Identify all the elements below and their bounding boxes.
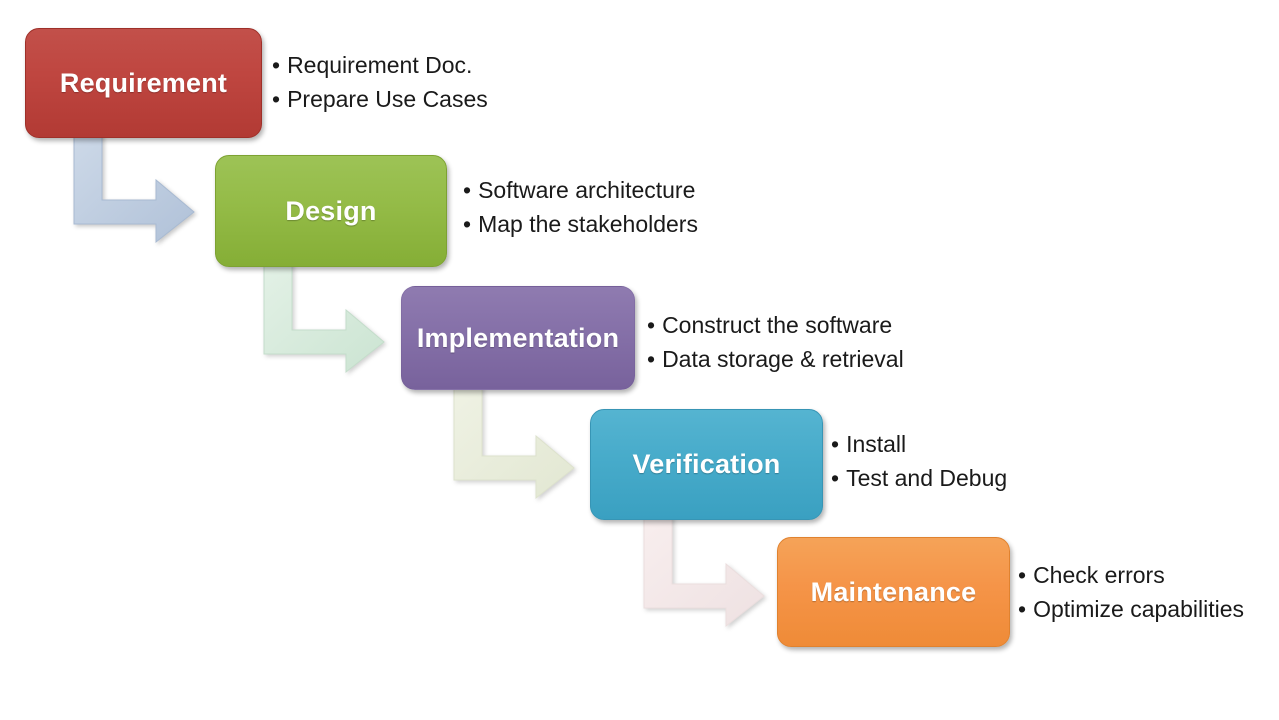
stage-box-design[interactable]: Design	[215, 155, 447, 267]
stage-box-verification[interactable]: Verification	[590, 409, 823, 520]
list-item: • Software architecture	[463, 173, 698, 207]
bullet-list-verification: • Install • Test and Debug	[831, 427, 1007, 495]
list-item: • Requirement Doc.	[272, 48, 488, 82]
bullet-dot-icon: •	[463, 177, 472, 203]
arrow-implementation-to-verification	[453, 385, 575, 500]
bullet-dot-icon: •	[1018, 596, 1027, 622]
bullet-dot-icon: •	[831, 465, 840, 491]
arrow-design-to-implementation	[263, 261, 385, 374]
arrow-requirement-to-design	[73, 131, 195, 244]
stage-label-maintenance: Maintenance	[810, 576, 977, 607]
list-item: • Install	[831, 427, 1007, 461]
list-item: • Check errors	[1018, 558, 1244, 592]
list-item: • Data storage & retrieval	[647, 342, 904, 376]
stage-box-maintenance[interactable]: Maintenance	[777, 537, 1010, 647]
bullet-dot-icon: •	[831, 431, 840, 457]
bullet-list-design: • Software architecture • Map the stakehol…	[463, 173, 698, 241]
stage-box-requirement[interactable]: Requirement	[25, 28, 262, 138]
arrow-verification-to-maintenance	[643, 515, 765, 628]
bullet-dot-icon: •	[1018, 562, 1027, 588]
stage-label-design: Design	[285, 195, 377, 226]
bullet-list-maintenance: • Check errors • Optimize capabilities	[1018, 558, 1244, 626]
bullet-list-implementation: • Construct the software • Data storage & …	[647, 308, 904, 376]
bullet-text: Optimize capabilities	[1033, 596, 1244, 622]
bullet-dot-icon: •	[463, 211, 472, 237]
stage-label-implementation: Implementation	[416, 322, 620, 353]
bullet-text: Check errors	[1033, 562, 1165, 588]
list-item: • Optimize capabilities	[1018, 592, 1244, 626]
stage-label-verification: Verification	[632, 449, 781, 479]
list-item: • Test and Debug	[831, 461, 1007, 495]
bullet-text: Prepare Use Cases	[287, 86, 488, 112]
bullet-list-requirement: • Requirement Doc. • Prepare Use Cases	[272, 48, 488, 116]
bullet-dot-icon: •	[272, 86, 281, 112]
bullet-text: Map the stakeholders	[478, 211, 698, 237]
bullet-text: Data storage & retrieval	[662, 346, 904, 372]
list-item: • Prepare Use Cases	[272, 82, 488, 116]
list-item: • Construct the software	[647, 308, 904, 342]
list-item: • Map the stakeholders	[463, 207, 698, 241]
bullet-text: Software architecture	[478, 177, 696, 203]
bullet-text: Requirement Doc.	[287, 52, 473, 78]
stage-label-requirement: Requirement	[59, 67, 228, 98]
bullet-text: Test and Debug	[846, 465, 1008, 491]
bullet-dot-icon: •	[272, 52, 281, 78]
bullet-dot-icon: •	[647, 346, 656, 372]
bullet-text: Install	[846, 431, 907, 457]
stage-box-implementation[interactable]: Implementation	[401, 286, 635, 390]
waterfall-diagram-canvas: Requirement • Requirement Doc. • Prepare U…	[0, 0, 1279, 720]
bullet-text: Construct the software	[662, 312, 893, 338]
bullet-dot-icon: •	[647, 312, 656, 338]
